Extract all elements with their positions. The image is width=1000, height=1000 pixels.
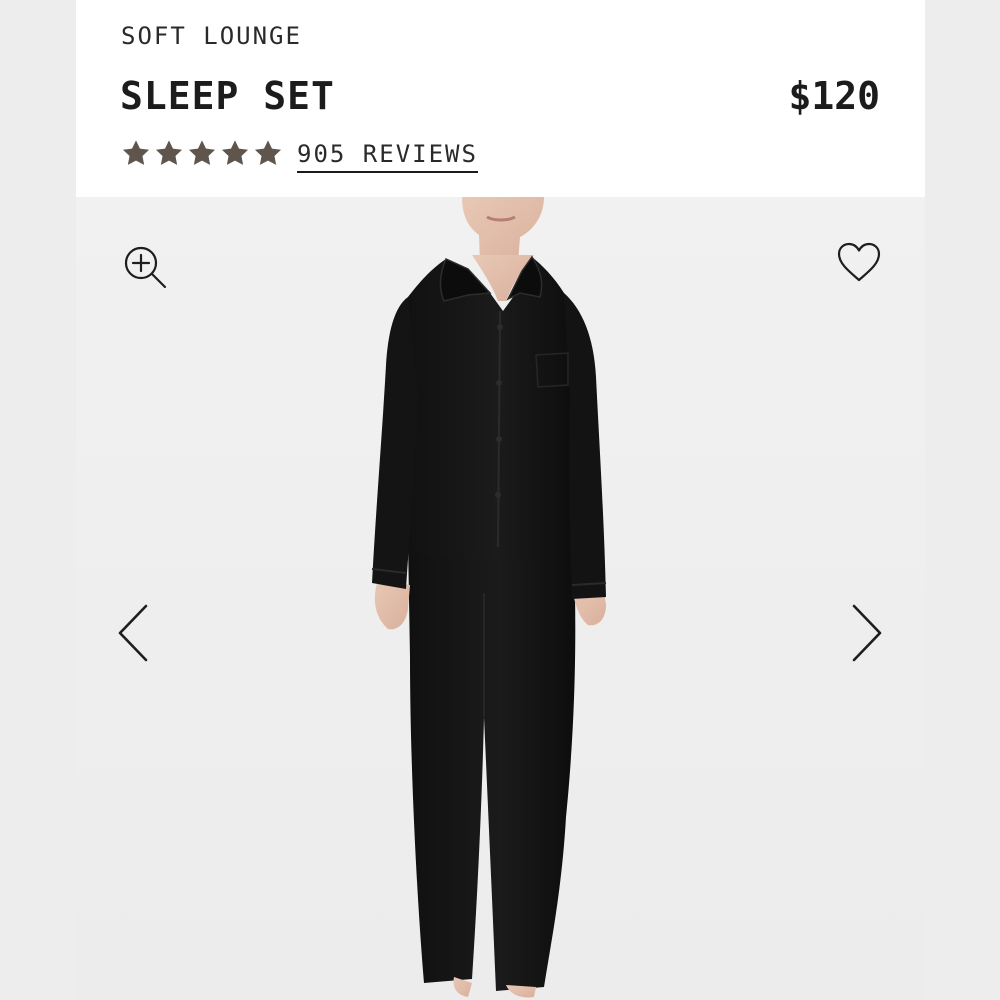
star-rating — [120, 138, 284, 169]
product-card: SOFT LOUNGE SLEEP SET $120 905 REVIEWS — [76, 0, 925, 1000]
star-icon — [188, 140, 216, 165]
zoom-in-icon[interactable] — [122, 244, 168, 290]
product-image-gallery — [76, 197, 925, 1000]
page-background-left — [0, 0, 76, 1000]
product-photo — [371, 197, 607, 998]
reviews-link[interactable]: 905 REVIEWS — [297, 140, 478, 173]
product-price: $120 — [788, 74, 880, 118]
page-background-right — [925, 0, 1000, 1000]
star-icon — [122, 140, 150, 165]
star-icon — [221, 140, 249, 165]
star-icon — [254, 140, 282, 165]
chevron-right-icon[interactable] — [848, 603, 886, 663]
collection-label: SOFT LOUNGE — [121, 22, 302, 50]
product-header: SOFT LOUNGE SLEEP SET $120 905 REVIEWS — [76, 0, 925, 197]
star-icon — [155, 140, 183, 165]
heart-icon[interactable] — [836, 241, 882, 283]
chevron-left-icon[interactable] — [114, 603, 152, 663]
product-title: SLEEP SET — [120, 74, 335, 118]
